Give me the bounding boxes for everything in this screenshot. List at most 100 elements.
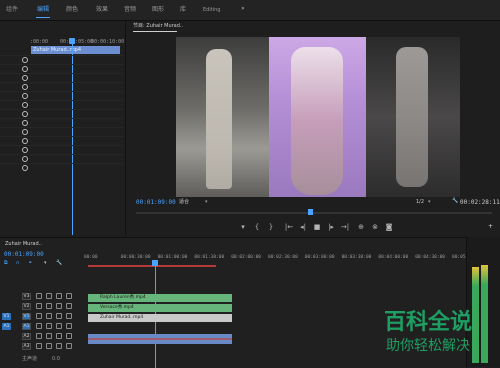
eye-icon[interactable] bbox=[56, 303, 62, 309]
sync-lock-icon[interactable] bbox=[22, 57, 28, 63]
goto-in-icon[interactable]: |← bbox=[284, 223, 294, 231]
lock-icon[interactable] bbox=[36, 333, 42, 339]
sync-lock-icon[interactable] bbox=[22, 102, 28, 108]
sync-lock-icon[interactable] bbox=[22, 165, 28, 171]
menu-item-editing[interactable]: 编辑 bbox=[37, 6, 49, 14]
fit-dropdown[interactable]: 适合 bbox=[179, 199, 189, 205]
lock-icon[interactable] bbox=[36, 303, 42, 309]
clip-v1[interactable]: Zuhair Murad..mp4 bbox=[88, 314, 232, 322]
track-header-v3: V3 bbox=[0, 292, 86, 302]
menu-item-color[interactable]: 颜色 bbox=[66, 6, 78, 14]
sync-icon[interactable] bbox=[46, 293, 52, 299]
audio-clip-a1[interactable] bbox=[88, 334, 232, 344]
linked-icon[interactable]: ⚭ bbox=[28, 260, 32, 266]
mark-in-bracket-icon[interactable]: { bbox=[252, 223, 262, 231]
stop-icon[interactable]: ■ bbox=[312, 223, 322, 231]
mute-icon[interactable] bbox=[66, 313, 72, 319]
extract-icon[interactable]: ⊗ bbox=[370, 223, 380, 231]
settings-wrench-icon[interactable]: 🔧 bbox=[56, 260, 62, 266]
sync-icon[interactable] bbox=[46, 303, 52, 309]
track-target-v3[interactable]: V3 bbox=[22, 293, 31, 300]
sync-lock-icon[interactable] bbox=[22, 156, 28, 162]
eye-icon[interactable] bbox=[56, 313, 62, 319]
timeline-ruler[interactable]: 00:00 00:00:30:00 00:01:00:00 00:01:30:00 00… bbox=[84, 255, 482, 265]
mute-icon[interactable] bbox=[66, 323, 72, 329]
marker-icon[interactable]: ▾ bbox=[44, 260, 47, 266]
sync-icon[interactable] bbox=[46, 343, 52, 349]
snap-icon[interactable]: ∩ bbox=[16, 260, 20, 266]
sync-lock-icon[interactable] bbox=[22, 75, 28, 81]
eye-icon[interactable] bbox=[56, 323, 62, 329]
sync-lock-icon[interactable] bbox=[22, 120, 28, 126]
nest-icon[interactable]: ⧉ bbox=[4, 260, 8, 266]
source-patch-a1[interactable]: A1 bbox=[2, 323, 11, 330]
menu-item-assembly[interactable]: 组件 bbox=[6, 6, 18, 14]
source-playhead-head[interactable] bbox=[69, 38, 75, 44]
track-target-a1[interactable]: A1 bbox=[22, 323, 31, 330]
menu-item-editing-ws[interactable]: Editing bbox=[203, 7, 220, 13]
camera-icon[interactable]: ◙ bbox=[384, 223, 394, 231]
menu-item-libraries[interactable]: 库 bbox=[180, 6, 186, 14]
track-target-a3[interactable]: A3 bbox=[22, 343, 31, 350]
wrench-icon[interactable]: 🔧 bbox=[452, 198, 458, 204]
source-ruler-end: 00:00:10:00 bbox=[91, 39, 125, 45]
sequence-tab[interactable]: Zuhair Murad.. bbox=[5, 241, 42, 247]
mute-icon[interactable] bbox=[66, 333, 72, 339]
step-back-icon[interactable]: ◂| bbox=[298, 223, 308, 231]
mark-out-bracket-icon[interactable]: } bbox=[266, 223, 276, 231]
model-figure-center bbox=[291, 47, 343, 195]
sync-icon[interactable] bbox=[46, 333, 52, 339]
lock-icon[interactable] bbox=[36, 323, 42, 329]
ruler-tick-label: 00:02:00:00 bbox=[231, 255, 261, 260]
goto-out-icon[interactable]: →| bbox=[340, 223, 350, 231]
clip-v3[interactable]: Ralph Lauren秀.mp4 bbox=[88, 294, 232, 302]
menu-item-effects[interactable]: 效果 bbox=[96, 6, 108, 14]
lock-icon[interactable] bbox=[36, 343, 42, 349]
eye-icon[interactable] bbox=[56, 333, 62, 339]
audio-waveform bbox=[88, 338, 232, 340]
master-value[interactable]: 0.0 bbox=[52, 356, 60, 362]
add-button-icon[interactable]: + bbox=[488, 223, 493, 231]
program-timecode-current[interactable]: 00:01:09:00 bbox=[136, 199, 176, 207]
overflow-icon[interactable]: » bbox=[241, 5, 245, 13]
program-playhead[interactable] bbox=[308, 209, 314, 215]
clip-v2[interactable]: Versace秀.mp4 bbox=[88, 304, 232, 312]
sync-icon[interactable] bbox=[46, 313, 52, 319]
eye-icon[interactable] bbox=[56, 293, 62, 299]
sync-icon[interactable] bbox=[46, 323, 52, 329]
lock-icon[interactable] bbox=[36, 293, 42, 299]
timeline-timecode[interactable]: 00:01:09:00 bbox=[4, 251, 44, 259]
program-tab-underline bbox=[133, 31, 177, 32]
mute-icon[interactable] bbox=[66, 293, 72, 299]
eye-icon[interactable] bbox=[56, 343, 62, 349]
chevron-down-icon[interactable]: ▾ bbox=[205, 199, 208, 205]
sync-lock-icon[interactable] bbox=[22, 138, 28, 144]
quality-dropdown[interactable]: 1/2 bbox=[416, 199, 424, 205]
source-track-row bbox=[0, 163, 123, 173]
mute-icon[interactable] bbox=[66, 303, 72, 309]
lock-icon[interactable] bbox=[36, 313, 42, 319]
sync-lock-icon[interactable] bbox=[22, 66, 28, 72]
step-forward-icon[interactable]: |▸ bbox=[326, 223, 336, 231]
sync-lock-icon[interactable] bbox=[22, 147, 28, 153]
source-rows bbox=[0, 55, 123, 171]
mute-icon[interactable] bbox=[66, 343, 72, 349]
quality-chevron-icon[interactable]: ▾ bbox=[428, 199, 431, 205]
menu-item-audio[interactable]: 音频 bbox=[124, 6, 136, 14]
sync-lock-icon[interactable] bbox=[22, 111, 28, 117]
sync-lock-icon[interactable] bbox=[22, 93, 28, 99]
source-patch-v1[interactable]: V1 bbox=[2, 313, 11, 320]
watermark-line2: 助你轻松解决 bbox=[386, 338, 470, 354]
track-target-v2[interactable]: V2 bbox=[22, 303, 31, 310]
mark-in-icon[interactable]: ▾ bbox=[238, 223, 248, 231]
sync-lock-icon[interactable] bbox=[22, 84, 28, 90]
source-clip[interactable]: Zuhair Murad..mp4 bbox=[31, 46, 120, 54]
program-tab[interactable]: 节目: Zuhair Murad.. bbox=[133, 23, 183, 29]
sync-lock-icon[interactable] bbox=[22, 129, 28, 135]
track-target-a2[interactable]: A2 bbox=[22, 333, 31, 340]
menu-item-graphics[interactable]: 图形 bbox=[152, 6, 164, 14]
track-target-v1[interactable]: V1 bbox=[22, 313, 31, 320]
program-scrub-bar[interactable] bbox=[136, 212, 492, 214]
lift-icon[interactable]: ⊕ bbox=[356, 223, 366, 231]
program-timecode-duration: 00:02:28:11 bbox=[460, 199, 500, 206]
